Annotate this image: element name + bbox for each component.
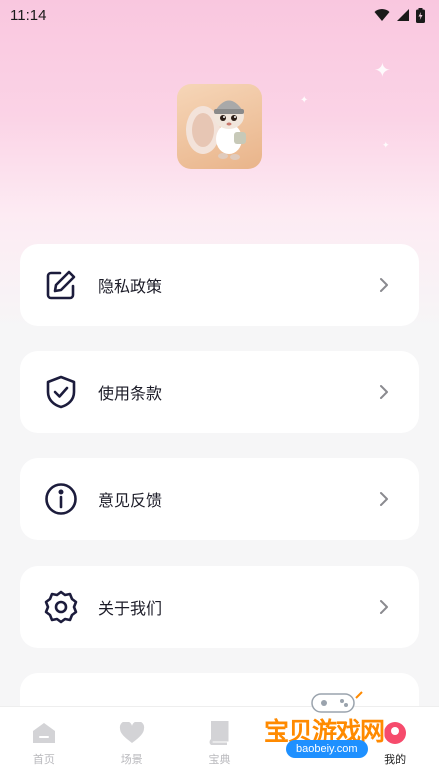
status-bar: 11:14 (0, 0, 439, 30)
nav-item-guide[interactable]: 宝典 (176, 707, 264, 780)
wifi-icon (374, 9, 390, 21)
nav-item-label: 我的 (384, 753, 407, 766)
gear-icon (44, 590, 78, 624)
profile-icon (382, 721, 408, 745)
signal-icon (397, 9, 409, 21)
nav-item-label: 首页 (32, 753, 55, 766)
heart-icon (119, 721, 145, 745)
chevron-right-icon (377, 385, 391, 399)
book-icon (206, 721, 232, 745)
home-icon (31, 721, 57, 745)
nav-item-home[interactable]: 首页 (0, 707, 88, 780)
menu-item-label: 意见反馈 (98, 491, 163, 510)
nav-item-scenes[interactable]: 场景 (88, 707, 176, 780)
menu-item-about-us[interactable]: 关于我们 (20, 566, 419, 648)
edit-icon (44, 268, 78, 302)
menu-item-label: 关于我们 (98, 599, 163, 618)
menu-item-privacy-policy[interactable]: 隐私政策 (20, 244, 419, 326)
menu-item-label: 隐私政策 (98, 277, 163, 296)
menu-item-terms-of-use[interactable]: 使用条款 (20, 351, 419, 433)
nav-item-obscured[interactable] (263, 707, 351, 780)
battery-icon (416, 7, 425, 23)
info-icon (44, 482, 78, 516)
nav-item-label: 宝典 (208, 753, 231, 766)
sparkle-decoration: ✦ (374, 58, 391, 82)
bottom-nav: 首页 场景 宝典 我的 (0, 706, 439, 780)
nav-item-mine[interactable]: 我的 (351, 707, 439, 780)
tab-icon (294, 721, 320, 745)
shield-check-icon (44, 375, 78, 409)
sparkle-decoration: ✦ (382, 141, 390, 151)
squirrel-mascot-icon (186, 100, 246, 160)
avatar (177, 84, 262, 169)
sparkle-decoration: ✦ (300, 95, 309, 106)
chevron-right-icon (377, 492, 391, 506)
menu-item-feedback[interactable]: 意见反馈 (20, 458, 419, 540)
chevron-right-icon (377, 600, 391, 614)
menu-item-label: 使用条款 (98, 384, 163, 403)
status-time: 11:14 (10, 6, 47, 24)
chevron-right-icon (377, 278, 391, 292)
nav-item-label: 场景 (120, 753, 143, 766)
